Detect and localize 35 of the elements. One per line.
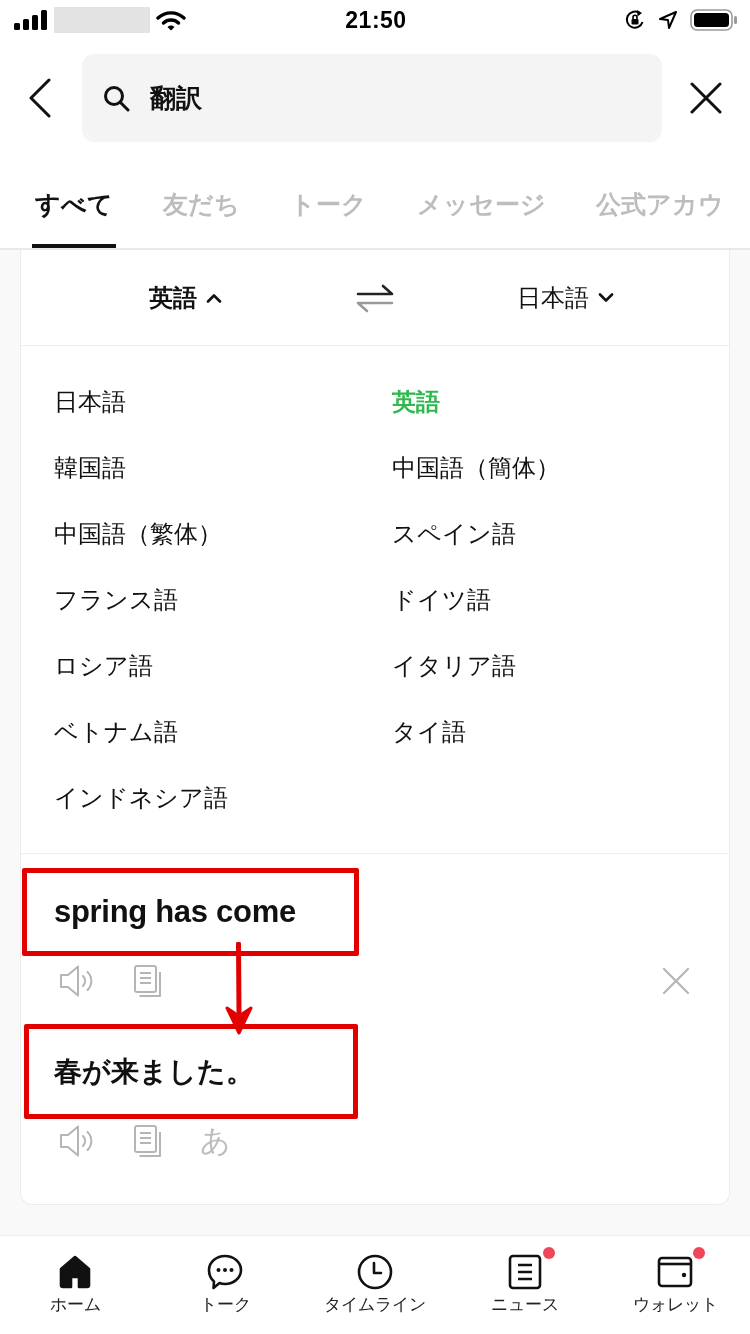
language-option[interactable]: イタリア語 <box>392 650 516 682</box>
status-time: 21:50 <box>345 6 407 34</box>
location-arrow-icon <box>658 10 678 30</box>
language-option[interactable]: ベトナム語 <box>54 716 178 748</box>
nav-item[interactable]: ウォレット <box>618 1246 732 1317</box>
rotation-lock-icon <box>624 9 646 31</box>
language-option[interactable]: スペイン語 <box>392 518 516 550</box>
language-option[interactable]: タイ語 <box>392 716 466 748</box>
language-option[interactable]: インドネシア語 <box>54 782 228 814</box>
nav-item[interactable]: ホーム <box>35 1246 115 1317</box>
chevron-down-icon <box>597 292 614 303</box>
nav-item[interactable]: タイムライン <box>310 1246 440 1317</box>
source-text: spring has come <box>54 894 296 930</box>
language-option[interactable]: 中国語（繁体） <box>54 518 222 550</box>
translation-text: 春が来ました。 <box>54 1054 254 1089</box>
search-field[interactable]: 翻訳 <box>82 54 662 142</box>
chevron-up-icon <box>205 292 222 303</box>
search-icon <box>103 84 130 112</box>
language-option[interactable]: 中国語（簡体） <box>392 452 560 484</box>
nav-item[interactable]: トーク <box>185 1246 265 1317</box>
close-icon[interactable] <box>690 82 722 114</box>
copy-icon[interactable] <box>133 1124 163 1158</box>
language-option[interactable]: 日本語 <box>54 386 126 418</box>
target-language-selector[interactable]: 日本語 <box>512 277 618 318</box>
language-option[interactable]: フランス語 <box>54 584 178 616</box>
back-button[interactable] <box>28 78 52 118</box>
nav-item[interactable]: ニュース <box>477 1246 573 1317</box>
language-option[interactable]: ロシア語 <box>54 650 153 682</box>
language-option[interactable]: 韓国語 <box>54 452 126 484</box>
signal-icon <box>14 10 48 30</box>
language-option[interactable]: ドイツ語 <box>392 584 491 616</box>
battery-icon <box>690 9 738 31</box>
copy-icon[interactable] <box>133 964 163 998</box>
source-language-selector[interactable]: 英語 <box>144 277 226 318</box>
wifi-icon <box>156 9 186 31</box>
